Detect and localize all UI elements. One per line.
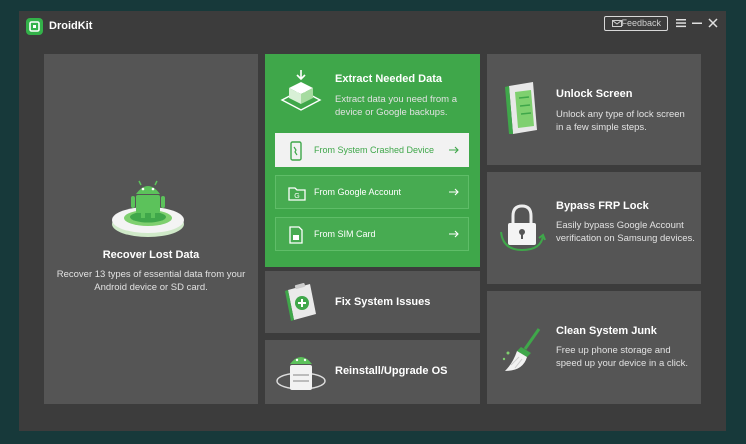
padlock-icon [500,204,546,252]
recover-lost-data-title: Recover Lost Data [102,249,200,261]
close-icon[interactable] [707,17,719,29]
menu-icon[interactable] [675,17,687,29]
arrow-right-icon [449,146,459,154]
android-recovery-icon [112,180,184,237]
svg-text:G: G [294,193,299,200]
extract-needed-data-title: Extract Needed Data [335,73,442,85]
fix-system-issues-tile[interactable]: Fix System Issues [265,271,480,333]
extract-needed-data-tile: Extract Needed Data Extract data you nee… [265,54,480,267]
crashed-phone-icon [290,141,302,161]
clean-system-junk-title: Clean System Junk [556,325,657,337]
from-sim-card-label: From SIM Card [314,229,376,239]
unlock-screen-description: Unlock any type of lock screen in a few … [556,109,685,133]
bypass-frp-lock-description: Easily bypass Google Account verificatio… [556,220,695,244]
recover-lost-data-description: Recover 13 types of essential data from … [56,269,246,293]
extract-needed-data-description: Extract data you need from a device or G… [335,94,457,118]
reinstall-upgrade-os-title: Reinstall/Upgrade OS [335,365,448,377]
from-google-account-option[interactable]: G From Google Account [275,175,469,209]
clean-system-junk-description: Free up phone storage and speed up your … [556,345,689,369]
from-sim-card-option[interactable]: From SIM Card [275,217,469,251]
from-system-crashed-device-label: From System Crashed Device [314,145,435,155]
app-name: DroidKit [49,20,93,32]
app-window: DroidKit Feedback Recover Lost Data Reco… [19,11,726,431]
android-reinstall-icon [276,357,326,390]
reinstall-upgrade-os-tile[interactable]: Reinstall/Upgrade OS [265,340,480,404]
google-folder-icon: G [288,187,306,201]
recover-lost-data-tile[interactable]: Recover Lost Data Recover 13 types of es… [44,54,258,404]
from-google-account-label: From Google Account [314,187,402,197]
arrow-right-icon [449,230,459,238]
sim-card-icon [289,226,303,244]
arrow-right-icon [449,188,459,196]
unlock-phone-icon [505,82,537,134]
title-bar: DroidKit Feedback [19,11,726,41]
bypass-frp-lock-tile[interactable]: Bypass FRP Lock Easily bypass Google Acc… [487,172,701,284]
extract-data-icon [280,70,322,111]
feedback-label: Feedback [621,18,661,28]
bypass-frp-lock-title: Bypass FRP Lock [556,200,649,212]
feedback-button[interactable]: Feedback [604,16,668,31]
mail-icon [612,20,622,27]
unlock-screen-title: Unlock Screen [556,88,633,100]
broom-icon [502,328,541,371]
minimize-icon[interactable] [691,17,703,29]
clean-system-junk-tile[interactable]: Clean System Junk Free up phone storage … [487,291,701,404]
from-system-crashed-device-option[interactable]: From System Crashed Device [275,133,469,167]
medical-kit-icon [285,282,316,321]
fix-system-issues-title: Fix System Issues [335,296,431,308]
droidkit-logo-icon [26,18,43,35]
unlock-screen-tile[interactable]: Unlock Screen Unlock any type of lock sc… [487,54,701,165]
